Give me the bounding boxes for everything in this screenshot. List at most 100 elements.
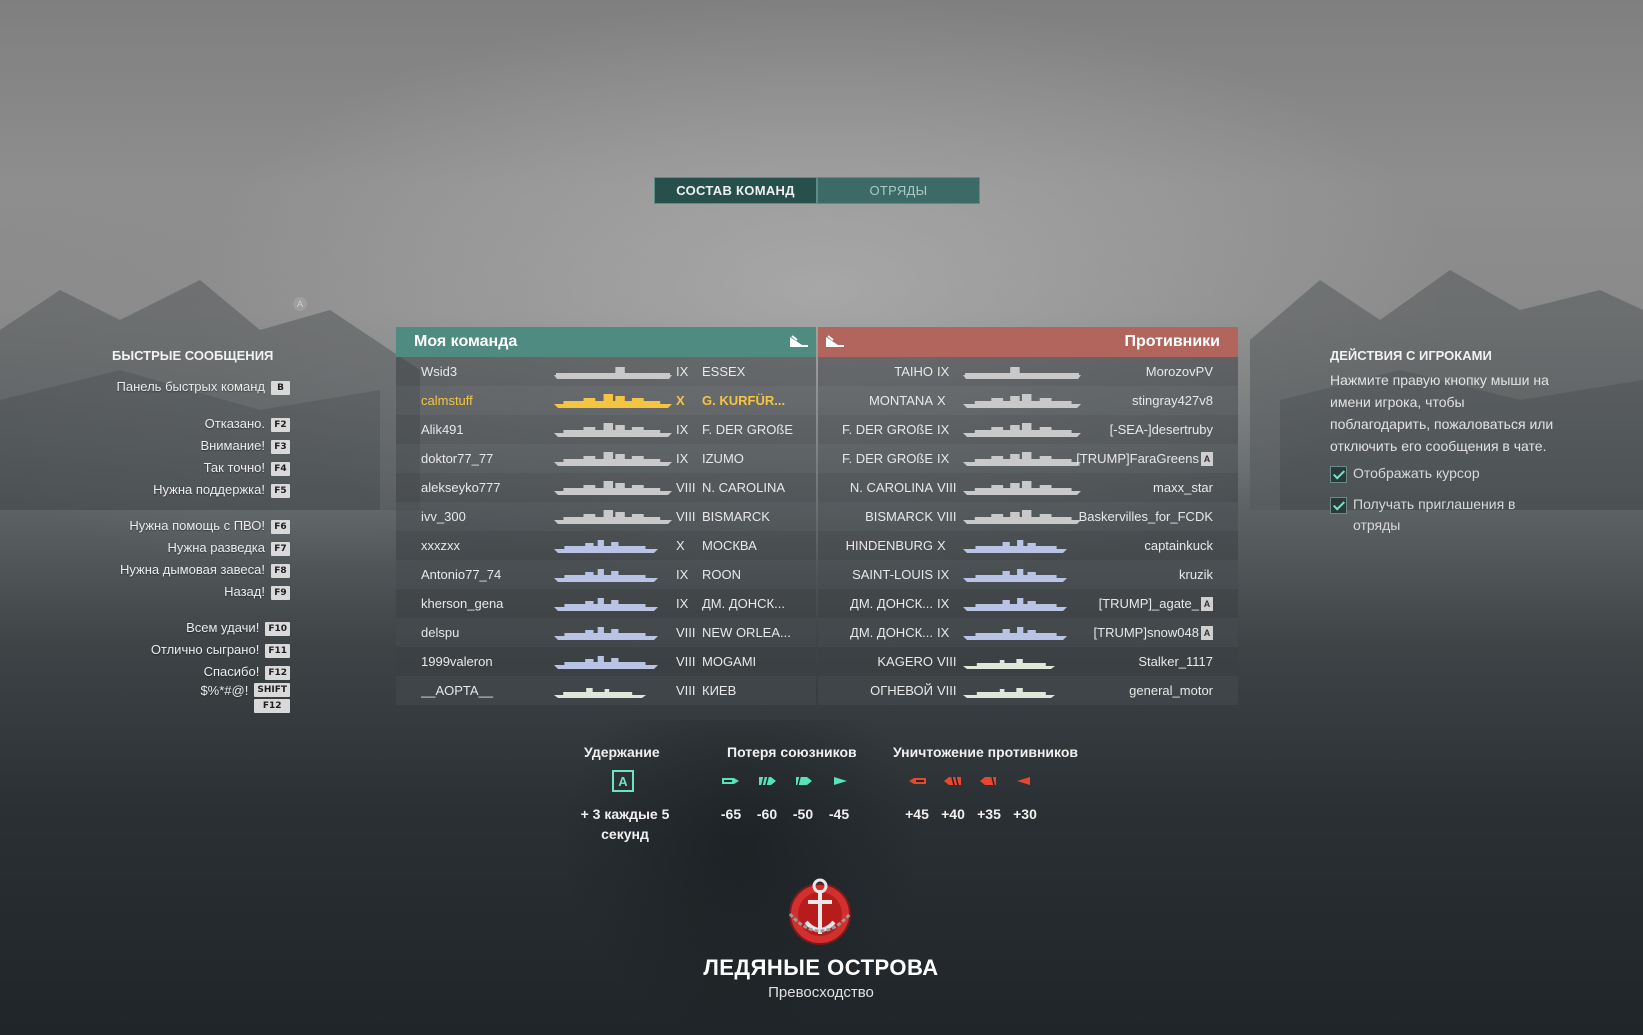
team-row[interactable]: __AOPTA__ VIII КИЕВ (396, 676, 816, 705)
ship-silhouette (554, 654, 658, 673)
my-team-list: Wsid3 IX ESSEX calmstuff X G. KURFÜR... Alik49… (396, 357, 816, 705)
player-name[interactable]: xxxzxx (421, 538, 541, 553)
ship-tier: IX (937, 364, 950, 379)
team-row[interactable]: xxxzxx X МОСКВА (396, 531, 816, 560)
player-name[interactable]: delspu (421, 625, 541, 640)
quick-message-label: Внимание! (200, 437, 265, 453)
division-invites-label: Получать приглашения в отряды (1353, 496, 1516, 533)
player-name[interactable]: calmstuff (421, 393, 541, 408)
player-name[interactable]: [TRUMP]FaraGreens A (1073, 451, 1213, 467)
team-row[interactable]: doktor77_77 IX IZUMO (396, 444, 816, 473)
ship-silhouette-icon (963, 569, 1067, 582)
team-row[interactable]: Wsid3 IX ESSEX (396, 357, 816, 386)
player-name[interactable]: captainkuck (1073, 538, 1213, 553)
ship-silhouette (963, 625, 1067, 644)
quick-message-item[interactable]: Назад! F9 (100, 581, 290, 601)
quick-message-item[interactable]: Спасибо! F12 (100, 661, 290, 681)
ship-name: NEW ORLEA... (702, 625, 791, 640)
ship-name: MOGAMI (702, 654, 757, 669)
player-name[interactable]: Baskervilles_for_FCDK (1073, 509, 1213, 524)
team-row[interactable]: Alik491 IX F. DER GROßE (396, 415, 816, 444)
player-name[interactable]: stingray427v8 (1073, 393, 1213, 408)
ship-silhouette (963, 654, 1055, 673)
points-value: -50 (792, 806, 814, 822)
team-row[interactable]: TAIHO IX MorozovPV (818, 357, 1238, 386)
team-row[interactable]: MONTANA Xstingray427v8 (818, 386, 1238, 415)
quick-message-item[interactable]: Всем удачи! F10 (100, 617, 290, 637)
ship-name: IZUMO (702, 451, 744, 466)
team-row[interactable]: HINDENBURG Xcaptainkuck (818, 531, 1238, 560)
player-name-text: kruzik (1179, 567, 1213, 582)
team-row[interactable]: delspu VIII NEW ORLEA... (396, 618, 816, 647)
team-row[interactable]: F. DER GROßE IX [-SEA-]desertruby (818, 415, 1238, 444)
ship-silhouette (554, 683, 646, 702)
team-row[interactable]: ДМ. ДОНСК... IX [TRUMP]_agate_ A (818, 589, 1238, 618)
quick-message-item[interactable]: Нужна дымовая завеса! F8 (100, 559, 290, 579)
player-name[interactable]: [-SEA-]desertruby (1073, 422, 1213, 437)
quick-message-item[interactable]: Панель быстрых команд B (100, 376, 290, 396)
player-name[interactable]: [TRUMP]_agate_ A (1073, 596, 1213, 612)
player-name[interactable]: Wsid3 (421, 364, 541, 379)
player-name[interactable]: __AOPTA__ (421, 683, 541, 698)
team-row[interactable]: BISMARCK VIII Baskervilles_for_FCDK (818, 502, 1238, 531)
quick-message-item[interactable]: Отлично сыграно! F11 (100, 639, 290, 659)
show-cursor-checkbox[interactable]: Отображать курсор (1330, 463, 1560, 484)
ship-tier: IX (676, 596, 689, 611)
checkbox-checked-icon (1330, 466, 1347, 483)
team-row[interactable]: kherson_gena IX ДМ. ДОНСК... (396, 589, 816, 618)
cv-class-icon (722, 778, 739, 784)
ally-loss-title: Потеря союзников (727, 744, 857, 760)
tab-divisions[interactable]: ОТРЯДЫ (817, 177, 980, 204)
player-name[interactable]: [TRUMP]snow048 A (1073, 625, 1213, 641)
bb-class-icon (759, 776, 776, 786)
team-row[interactable]: SAINT-LOUIS IX kruzik (818, 560, 1238, 589)
quick-message-item[interactable]: Так точно! F4 (100, 457, 290, 477)
capture-title: Удержание (584, 744, 660, 760)
ship-silhouette-icon (963, 423, 1081, 437)
quick-message-label: Нужна разведка (167, 539, 265, 555)
quick-message-item[interactable]: $%*#@! SHIFT F12 (100, 683, 290, 713)
player-name[interactable]: MorozovPV (1073, 364, 1213, 379)
player-name[interactable]: Alik491 (421, 422, 541, 437)
player-name[interactable]: ivv_300 (421, 509, 541, 524)
quick-messages-title: БЫСТРЫЕ СООБЩЕНИЯ (112, 348, 274, 363)
player-name[interactable]: Antonio77_74 (421, 567, 541, 582)
team-row[interactable]: 1999valeron VIII MOGAMI (396, 647, 816, 676)
ship-name: ДМ. ДОНСК... (850, 625, 933, 640)
division-invites-checkbox[interactable]: Получать приглашения в отряды (1330, 494, 1560, 536)
hotkey-badge: F7 (271, 542, 290, 556)
team-row[interactable]: Antonio77_74 IX ROON (396, 560, 816, 589)
ca-class-icon (980, 776, 996, 786)
team-row[interactable]: ОГНЕВОЙ VIII general_motor (818, 676, 1238, 705)
player-name[interactable]: kherson_gena (421, 596, 541, 611)
tab-team-roster[interactable]: СОСТАВ КОМАНД (654, 177, 817, 204)
ship-name: ДМ. ДОНСК... (850, 596, 933, 611)
team-row[interactable]: N. CAROLINA VIII maxx_star (818, 473, 1238, 502)
team-row[interactable]: KAGERO VIII Stalker_1117 (818, 647, 1238, 676)
team-row[interactable]: alekseyko777 VIII N. CAROLINA (396, 473, 816, 502)
player-name[interactable]: kruzik (1073, 567, 1213, 582)
team-row[interactable]: F. DER GROßE IX [TRUMP]FaraGreens A (818, 444, 1238, 473)
team-row[interactable]: ivv_300 VIII BISMARCK (396, 502, 816, 531)
ship-silhouette (963, 509, 1081, 528)
ship-silhouette (963, 596, 1067, 615)
ship-silhouette (963, 538, 1067, 557)
quick-message-item[interactable]: Нужна поддержка! F5 (100, 479, 290, 499)
quick-message-item[interactable]: Отказано. F2 (100, 413, 290, 433)
quick-message-item[interactable]: Нужна помощь с ПВО! F6 (100, 515, 290, 535)
player-name[interactable]: doktor77_77 (421, 451, 541, 466)
team-row[interactable]: ДМ. ДОНСК... IX [TRUMP]snow048 A (818, 618, 1238, 647)
player-name[interactable]: general_motor (1073, 683, 1213, 698)
ship-silhouette (554, 393, 672, 412)
player-name[interactable]: Stalker_1117 (1073, 654, 1213, 669)
player-name[interactable]: maxx_star (1073, 480, 1213, 495)
player-name[interactable]: alekseyko777 (421, 480, 541, 495)
team-row-self[interactable]: calmstuff X G. KURFÜR... (396, 386, 816, 415)
player-name[interactable]: 1999valeron (421, 654, 541, 669)
player-name-text: [-SEA-]desertruby (1109, 422, 1213, 437)
quick-message-item[interactable]: Внимание! F3 (100, 435, 290, 455)
hotkey-badge: F2 (271, 418, 290, 432)
ship-silhouette (963, 422, 1081, 441)
quick-message-item[interactable]: Нужна разведка F7 (100, 537, 290, 557)
ship-silhouette-icon (963, 481, 1081, 495)
